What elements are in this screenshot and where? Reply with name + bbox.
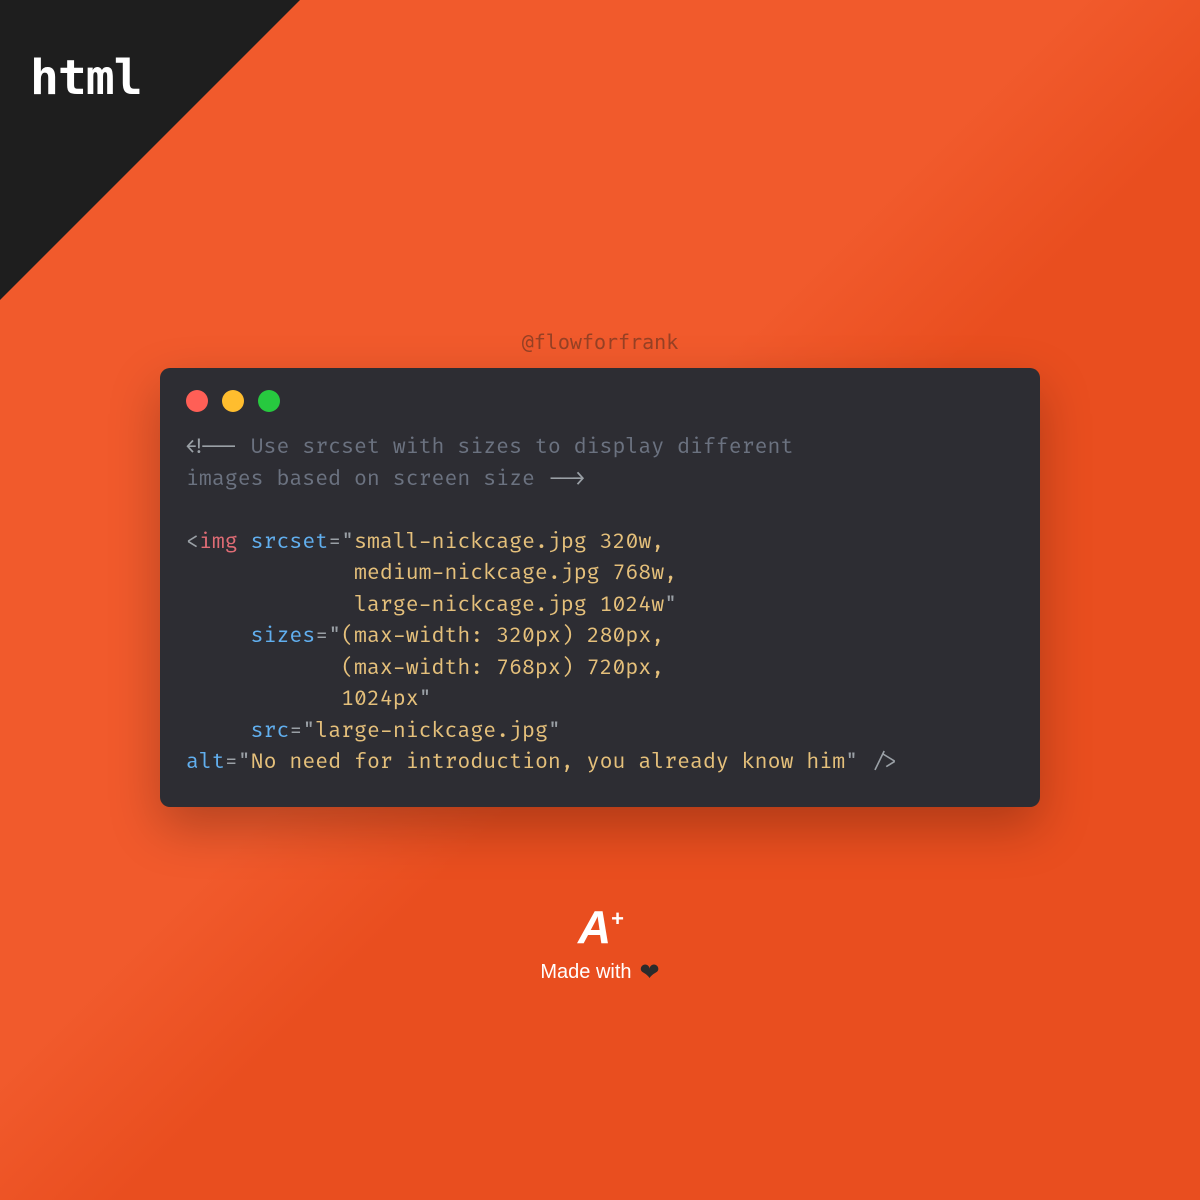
maximize-icon[interactable] [258, 390, 280, 412]
footer: A+ Made with ❤ [540, 900, 659, 987]
corner-triangle [0, 0, 300, 300]
watermark-handle: @flowforfrank [522, 330, 679, 354]
made-with-label: Made with [540, 961, 631, 984]
window-controls [160, 368, 1040, 424]
attr-alt: alt [186, 750, 225, 775]
footer-logo: A+ [540, 900, 659, 954]
logo-plus: + [611, 906, 622, 932]
code-window: <!-- Use srcset with sizes to display di… [160, 368, 1040, 807]
heart-icon: ❤ [640, 958, 660, 987]
close-icon[interactable] [186, 390, 208, 412]
logo-letter: A [578, 900, 609, 954]
footer-tagline: Made with ❤ [540, 958, 659, 987]
code-block: <!-- Use srcset with sizes to display di… [160, 424, 1040, 779]
src-value: large-nickcage.jpg [315, 719, 548, 744]
corner-label: html [30, 50, 142, 106]
attr-src: src [251, 719, 290, 744]
alt-value: No need for introduction, you already kn… [251, 750, 845, 775]
code-comment: <!-- Use srcset with sizes to display di… [186, 435, 793, 492]
tag-name: img [199, 530, 238, 555]
attr-sizes: sizes [251, 624, 316, 649]
minimize-icon[interactable] [222, 390, 244, 412]
attr-srcset: srcset [251, 530, 329, 555]
